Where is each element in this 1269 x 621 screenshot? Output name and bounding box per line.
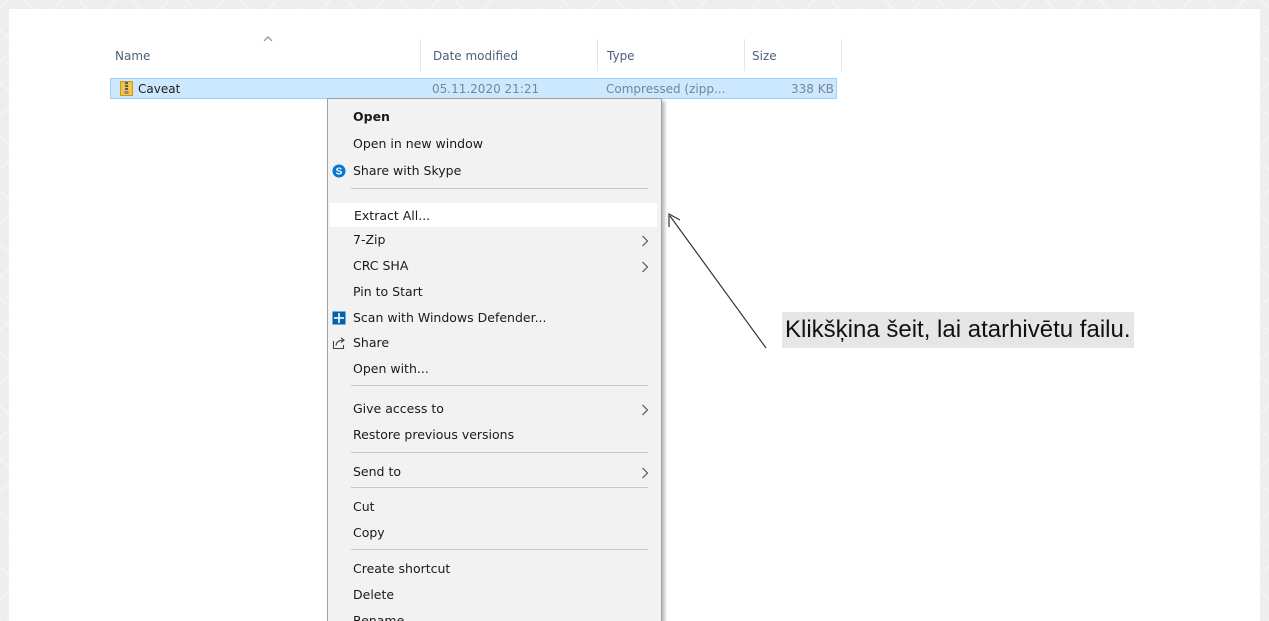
menu-item-share-with-skype[interactable]: S Share with Skype bbox=[330, 159, 657, 183]
menu-item-restore-previous-versions[interactable]: Restore previous versions bbox=[330, 423, 657, 447]
menu-item-pin-to-start[interactable]: Pin to Start bbox=[330, 280, 657, 304]
column-header-date-modified[interactable]: Date modified bbox=[433, 49, 518, 63]
column-header-type[interactable]: Type bbox=[607, 49, 635, 63]
menu-item-extract-all[interactable]: Extract All... bbox=[330, 203, 657, 227]
chevron-right-icon bbox=[642, 467, 649, 479]
menu-item-rename[interactable]: Rename bbox=[330, 609, 657, 621]
file-date-modified: 05.11.2020 21:21 bbox=[432, 82, 540, 96]
menu-separator bbox=[351, 452, 648, 453]
menu-item-copy[interactable]: Copy bbox=[330, 521, 657, 545]
column-divider[interactable] bbox=[420, 39, 421, 71]
menu-item-open-with[interactable]: Open with... bbox=[330, 357, 657, 381]
file-row-selected[interactable]: Caveat 05.11.2020 21:21 Compressed (zipp… bbox=[110, 78, 837, 99]
menu-item-label: Pin to Start bbox=[353, 284, 423, 299]
file-type: Compressed (zipp... bbox=[606, 82, 726, 96]
svg-text:S: S bbox=[336, 167, 343, 178]
menu-item-cut[interactable]: Cut bbox=[330, 495, 657, 519]
menu-separator bbox=[351, 487, 648, 488]
menu-item-give-access-to[interactable]: Give access to bbox=[330, 397, 657, 421]
menu-item-label: Send to bbox=[353, 464, 402, 479]
menu-item-scan-with-windows-defender[interactable]: Scan with Windows Defender... bbox=[330, 306, 657, 330]
file-size: 338 KB bbox=[791, 82, 834, 96]
menu-item-label: 7-Zip bbox=[353, 232, 386, 247]
menu-item-label: Rename bbox=[353, 613, 405, 621]
menu-item-label: Restore previous versions bbox=[353, 427, 515, 442]
menu-item-open-in-new-window[interactable]: Open in new window bbox=[330, 132, 657, 156]
skype-icon: S bbox=[332, 164, 346, 178]
menu-item-label: Give access to bbox=[353, 401, 444, 416]
menu-item-label: CRC SHA bbox=[353, 258, 409, 273]
chevron-right-icon bbox=[642, 261, 649, 273]
menu-item-label: Open bbox=[353, 109, 390, 124]
menu-item-label: Open with... bbox=[353, 361, 429, 376]
menu-item-label: Share with Skype bbox=[353, 163, 462, 178]
menu-item-label: Create shortcut bbox=[353, 561, 451, 576]
menu-item-label: Cut bbox=[353, 499, 375, 514]
chevron-right-icon bbox=[642, 404, 649, 416]
menu-separator bbox=[351, 385, 648, 386]
annotation-callout: Klikšķina šeit, lai atarhivētu failu. bbox=[782, 312, 1134, 348]
menu-item-label: Share bbox=[353, 335, 390, 350]
menu-item-create-shortcut[interactable]: Create shortcut bbox=[330, 557, 657, 581]
windows-defender-icon bbox=[332, 311, 346, 325]
menu-item-crc-sha[interactable]: CRC SHA bbox=[330, 254, 657, 278]
column-divider[interactable] bbox=[744, 39, 745, 71]
menu-separator bbox=[351, 549, 648, 550]
menu-separator bbox=[351, 188, 648, 189]
chevron-right-icon bbox=[642, 235, 649, 247]
menu-item-label: Copy bbox=[353, 525, 385, 540]
menu-item-label: Extract All... bbox=[354, 208, 431, 223]
menu-item-7-zip[interactable]: 7-Zip bbox=[330, 228, 657, 252]
zip-folder-icon bbox=[120, 81, 133, 96]
explorer-screenshot: Name Date modified Type Size Caveat 05.1… bbox=[9, 9, 1260, 621]
column-header-size[interactable]: Size bbox=[752, 49, 777, 63]
context-menu: Open Open in new window S Share with Sky… bbox=[327, 98, 662, 621]
menu-item-send-to[interactable]: Send to bbox=[330, 460, 657, 484]
share-icon bbox=[332, 337, 345, 350]
sort-ascending-icon bbox=[263, 36, 273, 42]
file-name: Caveat bbox=[138, 82, 181, 96]
menu-item-label: Scan with Windows Defender... bbox=[353, 310, 547, 325]
menu-item-label: Delete bbox=[353, 587, 395, 602]
menu-item-delete[interactable]: Delete bbox=[330, 583, 657, 607]
column-divider[interactable] bbox=[841, 39, 842, 71]
menu-item-share[interactable]: Share bbox=[330, 331, 657, 355]
column-header-name[interactable]: Name bbox=[115, 49, 150, 63]
menu-item-open[interactable]: Open bbox=[330, 105, 657, 129]
menu-item-label: Open in new window bbox=[353, 136, 483, 151]
column-divider[interactable] bbox=[597, 39, 598, 71]
